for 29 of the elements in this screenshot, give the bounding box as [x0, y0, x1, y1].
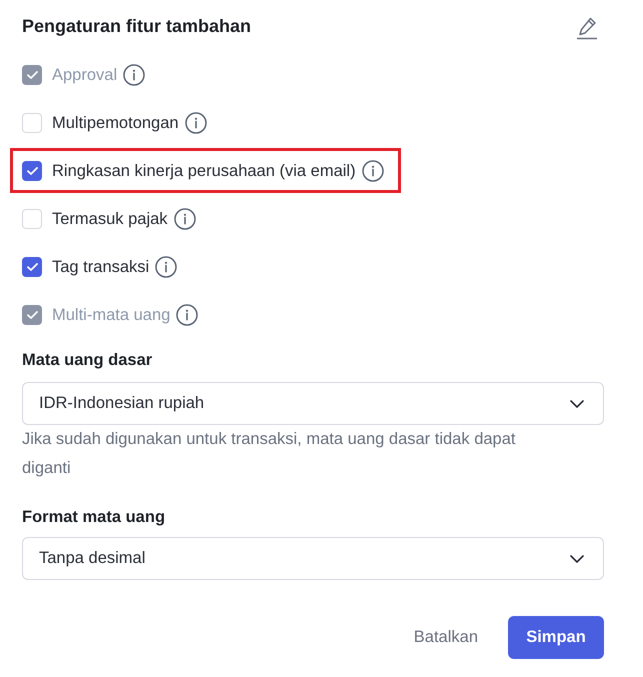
field-label: Mata uang dasar	[22, 350, 154, 371]
checkmark-icon	[26, 166, 38, 174]
option-label: Approval	[52, 64, 118, 86]
info-icon[interactable]	[174, 208, 196, 230]
section-title: Pengaturan fitur tambahan	[22, 15, 252, 38]
chevron-down-icon	[570, 400, 584, 408]
chevron-down-icon	[570, 554, 584, 562]
option-label: Termasuk pajak	[52, 208, 168, 230]
checkmark-icon	[26, 70, 38, 78]
option-label: Multi-mata uang	[52, 304, 170, 326]
info-icon[interactable]	[123, 64, 146, 86]
save-button[interactable]: Simpan	[508, 616, 604, 659]
option-label: Multipemotongan	[52, 112, 179, 134]
info-icon[interactable]	[155, 256, 178, 278]
info-icon[interactable]	[362, 160, 384, 182]
checkbox[interactable]	[22, 160, 42, 180]
checkmark-icon	[26, 262, 38, 270]
checkbox[interactable]	[22, 256, 42, 276]
option-label: Ringkasan kinerja perusahaan (via email)	[52, 160, 356, 182]
checkmark-icon	[26, 310, 38, 318]
currency-select[interactable]: IDR-Indonesian rupiah	[22, 382, 604, 425]
info-icon[interactable]	[184, 112, 207, 134]
info-icon[interactable]	[176, 304, 198, 326]
helper-text: Jika sudah digunakan untuk transaksi, mata uang dasar tidak dapat diganti	[22, 429, 516, 479]
field-label: Format mata uang	[22, 507, 166, 528]
pencil-icon[interactable]	[576, 16, 598, 40]
format-select[interactable]: Tanpa desimal	[22, 537, 604, 580]
cancel-button[interactable]: Batalkan	[398, 616, 494, 659]
option-label: Tag transaksi	[52, 256, 150, 278]
